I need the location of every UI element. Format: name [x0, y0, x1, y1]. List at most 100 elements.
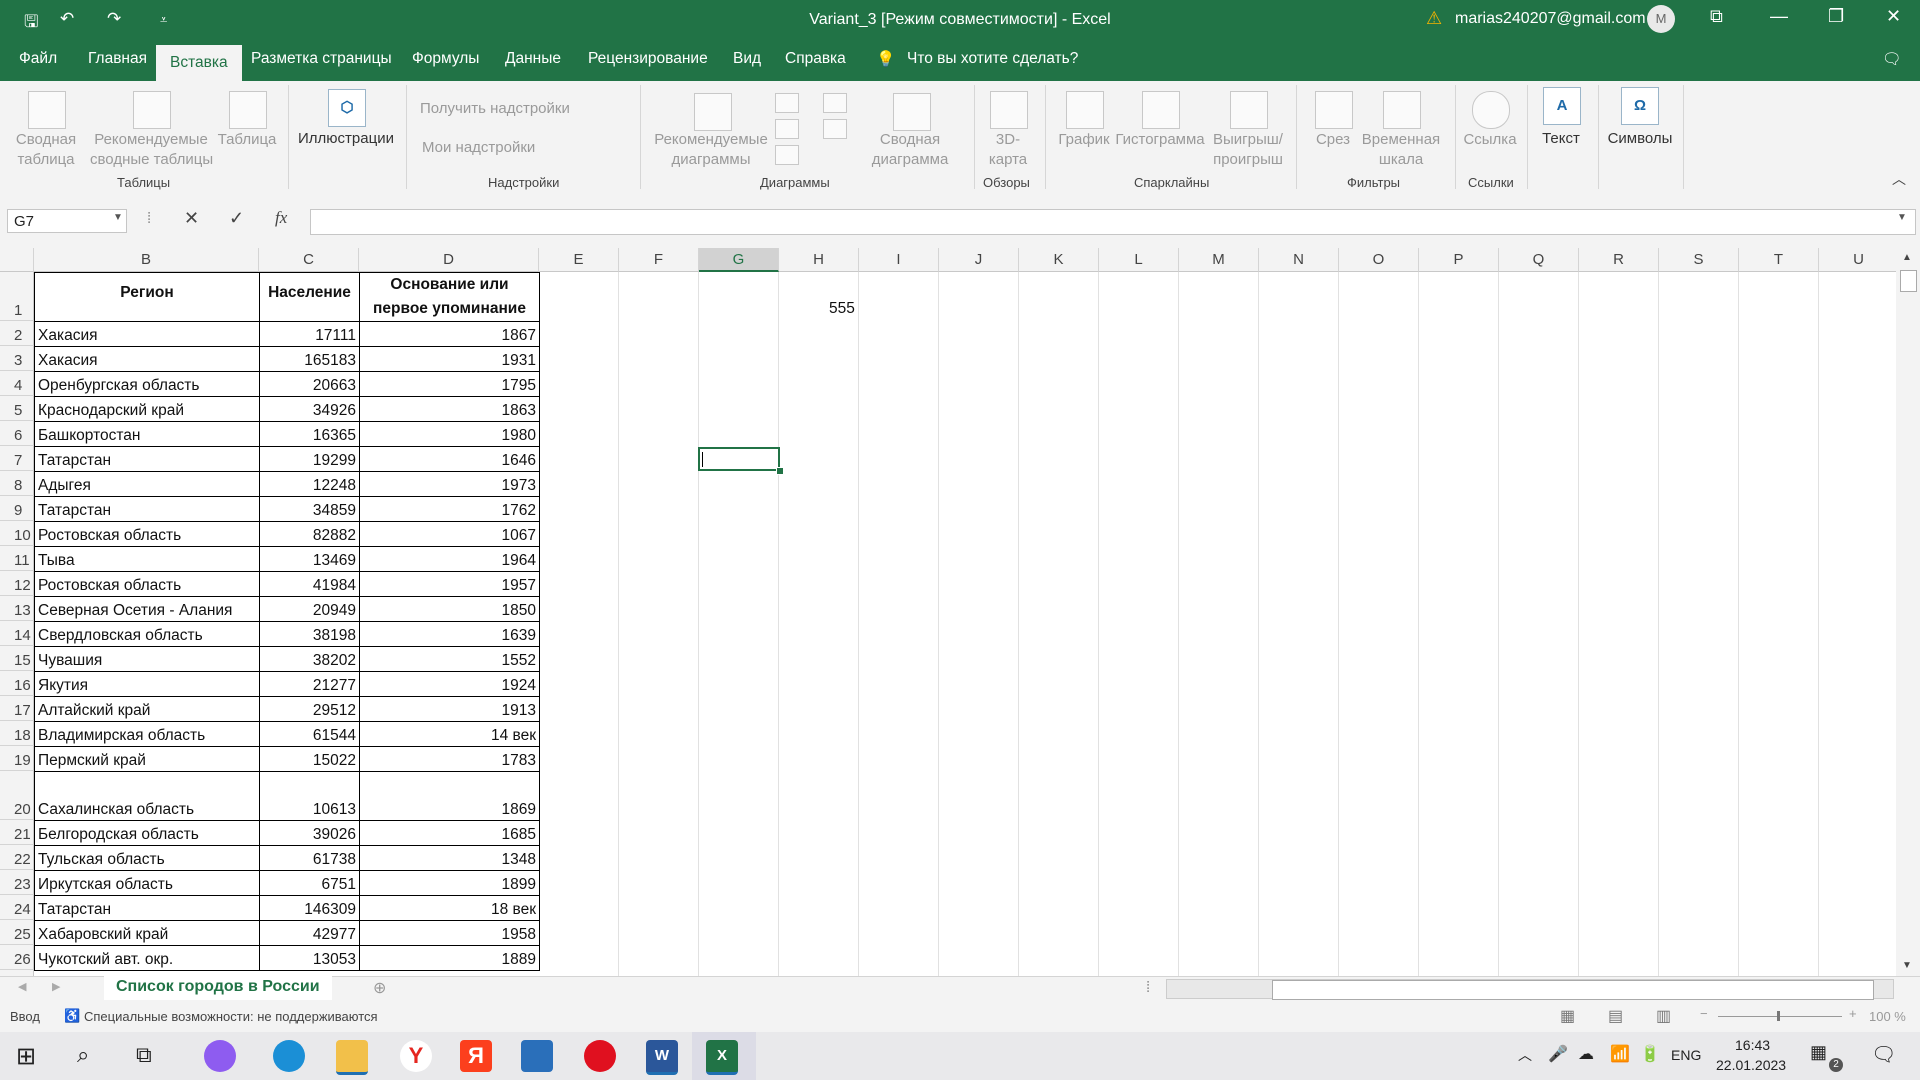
line-chart-icon[interactable]	[823, 93, 847, 113]
chevron-down-icon[interactable]: ▼	[113, 212, 123, 223]
cell-region[interactable]: Белгородская область	[34, 820, 260, 846]
cell-region[interactable]: Татарстан	[34, 895, 260, 921]
pivot-chart-button[interactable]: Сводная диаграмма	[858, 130, 962, 170]
cell-founded[interactable]: 1924	[359, 671, 540, 697]
column-header-K[interactable]: K	[1019, 248, 1099, 272]
cell-region[interactable]: Чукотский авт. окр.	[34, 945, 260, 971]
next-sheet-icon[interactable]: ▶	[52, 980, 60, 993]
slicer-button[interactable]: Срез	[1305, 130, 1361, 150]
column-header-I[interactable]: I	[859, 248, 939, 272]
cell-population[interactable]: 6751	[259, 870, 360, 896]
row-header[interactable]: 14	[0, 621, 34, 646]
enter-icon[interactable]: ✓	[229, 208, 244, 229]
header-region[interactable]: Регион	[34, 272, 260, 322]
clock-time[interactable]: 16:43	[1735, 1037, 1770, 1053]
tab-view[interactable]: Вид	[733, 50, 761, 68]
cell-population[interactable]: 13469	[259, 546, 360, 572]
wifi-icon[interactable]: 📶	[1610, 1044, 1630, 1064]
cell-founded[interactable]: 1899	[359, 870, 540, 896]
column-header-J[interactable]: J	[939, 248, 1019, 272]
row-header[interactable]: 26	[0, 945, 34, 970]
3d-map-button[interactable]: 3D- карта	[980, 130, 1036, 170]
clock-date[interactable]: 22.01.2023	[1716, 1057, 1786, 1073]
cell-region[interactable]: Краснодарский край	[34, 396, 260, 422]
splitter-icon[interactable]: ⁞	[1146, 979, 1150, 996]
row-header[interactable]: 13	[0, 596, 34, 621]
cell-region[interactable]: Тульская область	[34, 845, 260, 871]
cell-founded[interactable]: 1067	[359, 521, 540, 547]
cell-population[interactable]: 34926	[259, 396, 360, 422]
cell-population[interactable]: 13053	[259, 945, 360, 971]
yandex-icon[interactable]: Я	[460, 1040, 492, 1072]
vertical-scroll-thumb[interactable]	[1900, 270, 1917, 292]
row-header[interactable]: 18	[0, 721, 34, 746]
cell-region[interactable]: Ростовская область	[34, 571, 260, 597]
vertical-scrollbar[interactable]: ▲ ▼	[1896, 248, 1920, 976]
input-language[interactable]: ENG	[1671, 1047, 1701, 1063]
comments-icon[interactable]: 🗨	[1882, 50, 1902, 69]
row-header[interactable]: 7	[0, 446, 34, 471]
formula-input[interactable]	[310, 209, 1916, 235]
normal-view-icon[interactable]: ▦	[1560, 1006, 1575, 1026]
mail-icon[interactable]	[521, 1040, 553, 1072]
sparkline-column-button[interactable]: Гистограмма	[1113, 130, 1207, 150]
row-header[interactable]: 16	[0, 671, 34, 696]
cell-founded[interactable]: 1913	[359, 696, 540, 722]
cell-population[interactable]: 34859	[259, 496, 360, 522]
cell-founded[interactable]: 1685	[359, 820, 540, 846]
cell-region[interactable]: Пермский край	[34, 746, 260, 772]
action-center-icon[interactable]: 🗨	[1871, 1042, 1896, 1067]
row-header[interactable]: 8	[0, 471, 34, 496]
cell-founded[interactable]: 1850	[359, 596, 540, 622]
row-header[interactable]: 6	[0, 421, 34, 446]
row-header[interactable]: 4	[0, 371, 34, 396]
cell-region[interactable]: Хакасия	[34, 346, 260, 372]
cell-population[interactable]: 20949	[259, 596, 360, 622]
column-header-L[interactable]: L	[1099, 248, 1179, 272]
opera-icon[interactable]	[584, 1040, 616, 1072]
show-hidden-icons-icon[interactable]: ︿	[1518, 1045, 1532, 1065]
tab-file[interactable]: Файл	[19, 50, 57, 68]
tab-help[interactable]: Справка	[785, 50, 846, 68]
row-header[interactable]: 2	[0, 321, 34, 346]
cell-region[interactable]: Ростовская область	[34, 521, 260, 547]
cell-population[interactable]: 61738	[259, 845, 360, 871]
text-button[interactable]: Текст	[1533, 129, 1589, 149]
header-founded[interactable]: Основание или первое упоминание	[359, 272, 540, 322]
cell-founded[interactable]: 1964	[359, 546, 540, 572]
zoom-out-icon[interactable]: −	[1700, 1006, 1708, 1021]
row-header[interactable]: 12	[0, 571, 34, 596]
get-addins-button[interactable]: Получить надстройки	[420, 99, 570, 119]
pie-chart-icon[interactable]	[775, 145, 799, 165]
cell-founded[interactable]: 1958	[359, 920, 540, 946]
expand-formula-bar-icon[interactable]: ▼	[1897, 212, 1907, 223]
cell-population[interactable]: 38202	[259, 646, 360, 672]
row-header[interactable]: 24	[0, 895, 34, 920]
cell-region[interactable]: Якутия	[34, 671, 260, 697]
battery-icon[interactable]: 🔋	[1640, 1044, 1660, 1064]
horizontal-scrollbar[interactable]	[1166, 979, 1894, 1000]
row-header[interactable]: 23	[0, 870, 34, 895]
illustrations-button[interactable]: Иллюстрации	[296, 129, 396, 149]
link-button[interactable]: Ссылка	[1460, 130, 1520, 150]
cell-region[interactable]: Алтайский край	[34, 696, 260, 722]
add-sheet-icon[interactable]: ⊕	[373, 978, 386, 998]
cell-population[interactable]: 16365	[259, 421, 360, 447]
sheet-tab-active[interactable]: Список городов в России	[104, 976, 332, 1003]
cell-population[interactable]: 20663	[259, 371, 360, 397]
page-layout-view-icon[interactable]: ▤	[1608, 1006, 1623, 1026]
column-header-G[interactable]: G	[699, 248, 779, 272]
cell-population[interactable]: 38198	[259, 621, 360, 647]
hierarchy-chart-icon[interactable]	[775, 119, 799, 139]
insert-function-icon[interactable]: fx	[275, 208, 287, 228]
cell-founded[interactable]: 1762	[359, 496, 540, 522]
column-header-O[interactable]: O	[1339, 248, 1419, 272]
row-header[interactable]: 9	[0, 496, 34, 521]
warning-icon[interactable]: ⚠	[1426, 8, 1442, 29]
row-header[interactable]: 1	[0, 272, 34, 321]
pivot-table-button[interactable]: Сводная таблица	[8, 130, 84, 170]
column-header-U[interactable]: U	[1819, 248, 1896, 272]
cell-population[interactable]: 19299	[259, 446, 360, 472]
microphone-icon[interactable]: 🎤	[1548, 1044, 1568, 1064]
cell-population[interactable]: 10613	[259, 771, 360, 821]
